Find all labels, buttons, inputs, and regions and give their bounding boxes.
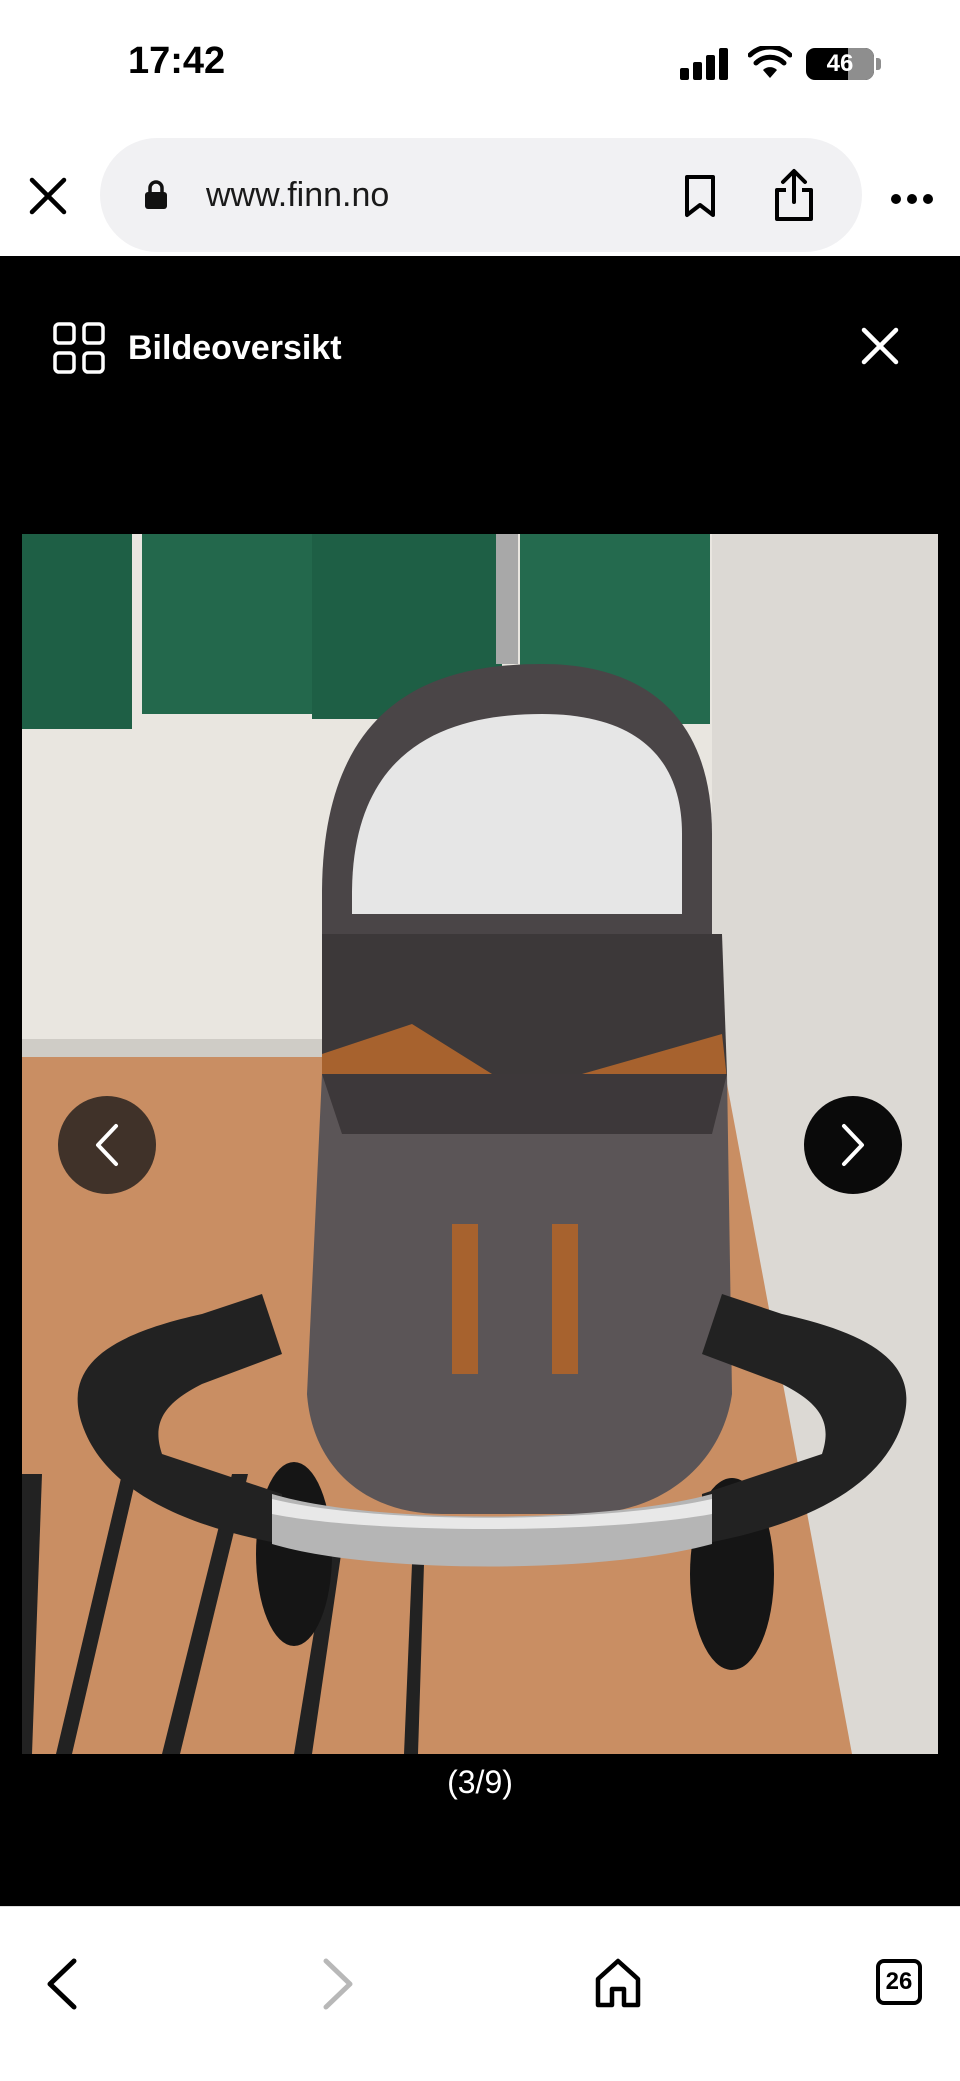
overview-label: Bildeoversikt	[128, 328, 342, 367]
previous-image-button[interactable]	[58, 1096, 156, 1194]
next-image-button[interactable]	[804, 1096, 902, 1194]
close-icon[interactable]	[26, 174, 70, 218]
browser-url-row: www.finn.no	[0, 130, 960, 256]
grid-icon	[53, 322, 105, 374]
wifi-icon	[748, 46, 792, 78]
status-bar: 17:42 46	[0, 0, 960, 130]
battery-cap	[876, 58, 881, 70]
chevron-right-icon	[842, 1124, 864, 1166]
more-icon[interactable]	[890, 192, 934, 206]
battery-icon: 46	[806, 48, 874, 80]
tab-count: 26	[885, 1968, 913, 1995]
browser-toolbar: 26	[0, 1906, 960, 2081]
battery-level: 46	[826, 50, 854, 77]
overview-button[interactable]: Bildeoversikt	[52, 318, 342, 378]
signal-icon	[680, 48, 730, 80]
listing-photo	[22, 534, 938, 1754]
bookmark-icon[interactable]	[682, 174, 718, 218]
close-icon[interactable]	[858, 324, 902, 368]
back-icon[interactable]	[44, 1957, 80, 2011]
lock-icon	[145, 180, 167, 209]
url-text[interactable]: www.finn.no	[206, 176, 389, 215]
chevron-left-icon	[96, 1124, 118, 1166]
tabs-button[interactable]: 26	[876, 1959, 922, 2005]
share-icon[interactable]	[772, 168, 816, 222]
address-bar[interactable]: www.finn.no	[100, 138, 862, 252]
image-counter: (3/9)	[447, 1764, 513, 1800]
forward-icon[interactable]	[320, 1957, 356, 2011]
image-viewer: Bildeoversikt (3/9)	[0, 256, 960, 1906]
status-time: 17:42	[128, 40, 226, 82]
home-icon[interactable]	[594, 1957, 642, 2009]
